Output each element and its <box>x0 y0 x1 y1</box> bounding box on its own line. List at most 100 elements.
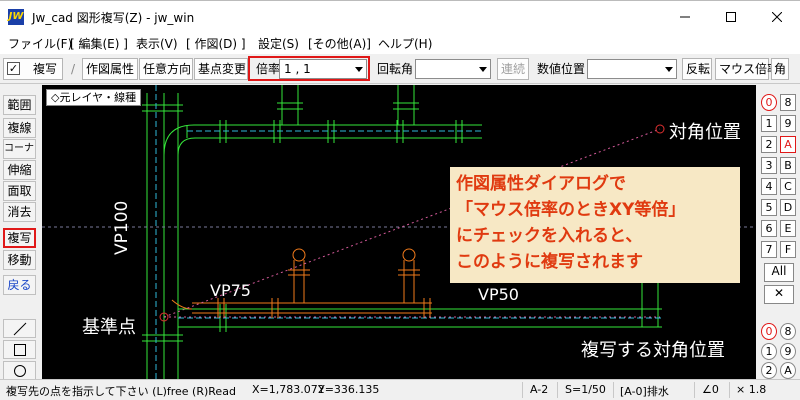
tool-circle[interactable] <box>3 361 36 380</box>
jwcad-app-icon: JW <box>8 9 24 25</box>
change-basepoint-button[interactable]: 基点変更 <box>194 58 248 80</box>
status-message: 複写先の点を指示して下さい (L)free (R)Read <box>6 385 236 398</box>
vp75-label: VP75 <box>210 281 251 300</box>
numeric-position-combobox[interactable] <box>587 59 677 79</box>
close-icon <box>772 12 782 22</box>
status-divider <box>694 382 695 398</box>
layer-5-button[interactable]: 5 <box>761 199 777 216</box>
menu-bar: ファイル(F) [ 編集(E) ] 表示(V) [ 作図(D) ] 設定(S) … <box>0 32 800 54</box>
status-layer[interactable]: [A-0]排水 <box>620 383 669 399</box>
layer-1-button[interactable]: 1 <box>761 115 777 132</box>
mouse-scale-button[interactable]: マウス倍率 <box>715 58 779 80</box>
status-scale[interactable]: S=1/50 <box>565 383 606 396</box>
status-zoom[interactable]: × 1.8 <box>736 383 766 396</box>
tool-range[interactable]: 範囲 <box>3 95 36 115</box>
explanation-callout: 作図属性ダイアログで 「マウス倍率のときXY等倍」 にチェックを入れると、 この… <box>450 167 740 283</box>
group-0-button[interactable]: 0 <box>761 323 777 340</box>
layer-0-button[interactable]: 0 <box>761 94 777 111</box>
menu-file[interactable]: ファイル(F) <box>8 35 72 52</box>
status-angle[interactable]: ∠0 <box>702 383 719 396</box>
tool-extend[interactable]: 伸縮 <box>3 160 36 180</box>
status-x-coordinate: X=1,783.072 <box>252 383 325 396</box>
menu-view[interactable]: 表示(V) <box>136 35 178 52</box>
layer-2-button[interactable]: 2 <box>761 136 777 153</box>
tool-erase[interactable]: 消去 <box>3 202 36 222</box>
status-divider <box>557 382 558 398</box>
rotation-combobox[interactable] <box>415 59 491 79</box>
callout-line: にチェックを入れると、 <box>456 226 643 246</box>
flip-button[interactable]: 反転 <box>682 58 712 80</box>
tool-chamfer[interactable]: 面取 <box>3 181 36 201</box>
cad-canvas[interactable]: ◇元レイヤ・線種 VP100 VP75 VP50 基準点 対角位置 複写する対角… <box>42 85 756 379</box>
green-vertical-pipe <box>142 93 183 379</box>
menu-draw[interactable]: [ 作図(D) ] <box>186 35 246 52</box>
drawing-attribute-button[interactable]: 作図属性 <box>82 58 138 80</box>
minimize-icon <box>680 16 690 18</box>
command-toolbar: 複写 ✓ / 作図属性 任意方向 基点変更 倍率 1 , 1 回転角 連続 数値… <box>0 54 800 84</box>
close-layers-button[interactable]: ✕ <box>764 285 794 304</box>
group-8-button[interactable]: 8 <box>780 323 796 340</box>
dropdown-arrow-icon <box>662 60 676 78</box>
close-window-button[interactable] <box>754 1 800 33</box>
source-layer-label: ◇元レイヤ・線種 <box>46 89 142 106</box>
tool-line[interactable] <box>3 319 36 338</box>
layer-3-button[interactable]: 3 <box>761 157 777 174</box>
status-divider <box>729 382 730 398</box>
left-tool-panel: 範囲 複線 コーナー 伸縮 面取 消去 複写 移動 戻る <box>0 85 42 380</box>
copy-checkbox[interactable]: ✓ <box>7 62 20 75</box>
layer-d-button[interactable]: D <box>780 199 796 216</box>
arbitrary-direction-button[interactable]: 任意方向 <box>139 58 193 80</box>
callout-line: 作図属性ダイアログで <box>456 174 626 194</box>
tool-move[interactable]: 移動 <box>3 250 36 270</box>
menu-edit[interactable]: [ 編集(E) ] <box>70 35 128 52</box>
continuous-button[interactable]: 連続 <box>497 58 529 80</box>
layer-f-button[interactable]: F <box>780 241 796 258</box>
menu-other[interactable]: [その他(A)] <box>308 35 371 52</box>
layer-4-button[interactable]: 4 <box>761 178 777 195</box>
tool-rectangle[interactable] <box>3 340 36 359</box>
layer-panel: 0 8 1 9 2 A 3 B 4 C 5 D 6 E 7 F All ✕ 0 … <box>756 85 800 379</box>
layer-9-button[interactable]: 9 <box>780 115 796 132</box>
status-y-coordinate: Y=336.135 <box>318 383 380 396</box>
tool-parallel-line[interactable]: 複線 <box>3 118 36 138</box>
minimize-button[interactable] <box>662 1 708 33</box>
all-layers-button[interactable]: All <box>764 263 794 282</box>
rectangle-icon <box>13 343 26 356</box>
layer-c-button[interactable]: C <box>780 178 796 195</box>
layer-8-button[interactable]: 8 <box>780 94 796 111</box>
line-icon <box>13 322 26 335</box>
status-bar: 複写先の点を指示して下さい (L)free (R)Read X=1,783.07… <box>0 379 800 400</box>
group-2-button[interactable]: 2 <box>761 362 777 379</box>
angle-button[interactable]: 角 <box>771 58 789 80</box>
group-a-button[interactable]: A <box>780 362 796 379</box>
layer-7-button[interactable]: 7 <box>761 241 777 258</box>
diagonal-position-label: 対角位置 <box>669 122 741 143</box>
numeric-position-label: 数値位置 <box>537 62 586 76</box>
group-1-button[interactable]: 1 <box>761 343 777 360</box>
tool-corner[interactable]: コーナー <box>3 139 36 159</box>
vp100-label: VP100 <box>112 200 132 255</box>
scale-highlight-box <box>248 56 370 81</box>
layer-a-button[interactable]: A <box>780 136 796 153</box>
menu-settings[interactable]: 設定(S) <box>258 35 299 52</box>
window-title: Jw_cad 図形複写(Z) - jw_win <box>32 11 195 25</box>
slash-separator-icon: / <box>70 62 76 76</box>
title-bar: JW Jw_cad 図形複写(Z) - jw_win <box>0 0 800 32</box>
layer-e-button[interactable]: E <box>780 220 796 237</box>
callout-line: 「マウス倍率のときXY等倍」 <box>456 200 686 220</box>
green-horizontal-pipe <box>163 85 482 156</box>
group-9-button[interactable]: 9 <box>780 343 796 360</box>
layer-b-button[interactable]: B <box>780 157 796 174</box>
tool-copy[interactable]: 複写 <box>3 228 36 248</box>
maximize-icon <box>726 12 736 22</box>
menu-help[interactable]: ヘルプ(H) <box>378 35 432 52</box>
layer-6-button[interactable]: 6 <box>761 220 777 237</box>
maximize-button[interactable] <box>708 1 754 33</box>
status-divider <box>522 382 523 398</box>
vp50-label: VP50 <box>478 285 519 304</box>
dropdown-arrow-icon <box>476 60 490 78</box>
tool-undo[interactable]: 戻る <box>3 275 36 295</box>
base-point-label: 基準点 <box>82 317 136 338</box>
status-divider <box>613 382 614 398</box>
status-paper-size[interactable]: A-2 <box>530 383 548 396</box>
